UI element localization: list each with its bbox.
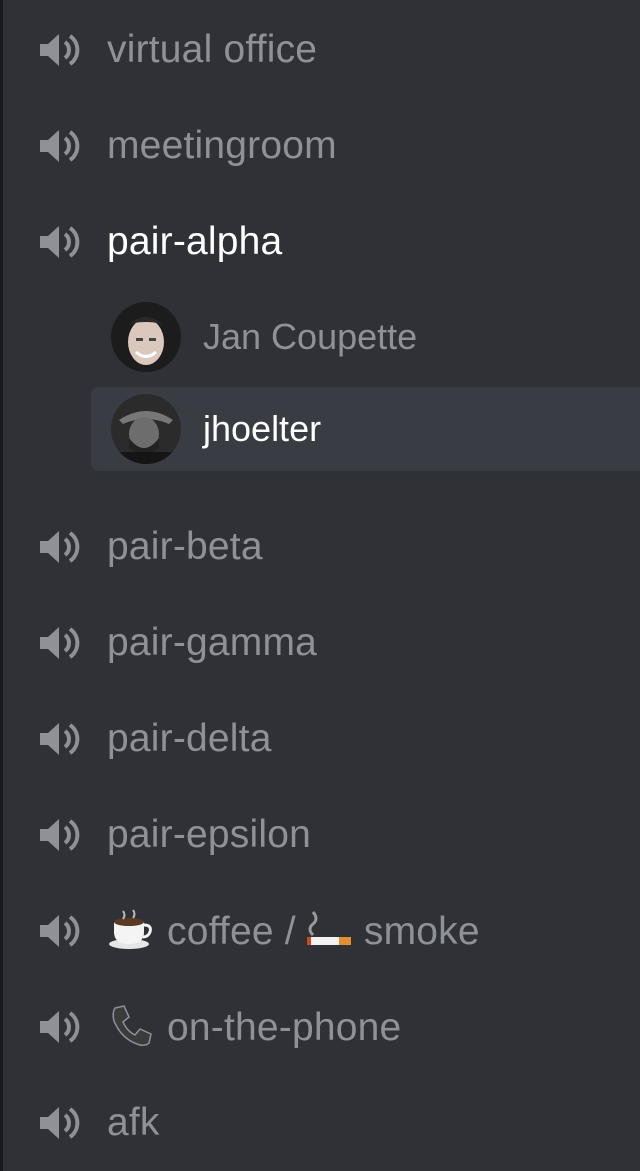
speaker-icon bbox=[37, 911, 87, 951]
channel-label-part: smoke bbox=[352, 910, 480, 953]
channel-label: meetingroom bbox=[107, 124, 337, 167]
channel-label: virtual office bbox=[107, 28, 318, 71]
speaker-icon bbox=[37, 815, 87, 855]
speaker-icon bbox=[37, 30, 87, 70]
channel-label: pair-epsilon bbox=[107, 813, 312, 856]
member-name: Jan Coupette bbox=[203, 316, 418, 357]
voice-channel-pair-epsilon[interactable]: pair-epsilon bbox=[3, 787, 640, 883]
channel-label: pair-gamma bbox=[107, 621, 318, 664]
voice-member-jan-coupette[interactable]: Jan Coupette bbox=[91, 295, 640, 379]
speaker-icon bbox=[37, 1103, 87, 1143]
speaker-icon bbox=[37, 527, 87, 567]
speaker-icon bbox=[37, 126, 87, 166]
speaker-icon bbox=[37, 719, 87, 759]
channel-label: pair-beta bbox=[107, 525, 263, 568]
voice-channel-coffee-smoke[interactable]: coffee / smoke bbox=[3, 883, 640, 979]
voice-channel-pair-beta[interactable]: pair-beta bbox=[3, 499, 640, 595]
channel-label: on-the-phone bbox=[107, 1004, 401, 1050]
channel-label: pair-delta bbox=[107, 717, 272, 760]
voice-channel-pair-alpha[interactable]: pair-alpha bbox=[3, 194, 640, 290]
avatar bbox=[111, 394, 181, 464]
channel-label-part: coffee / bbox=[167, 910, 307, 953]
coffee-cup-icon bbox=[107, 908, 153, 950]
telephone-icon bbox=[107, 1004, 153, 1046]
voice-channel-meetingroom[interactable]: meetingroom bbox=[3, 98, 640, 194]
voice-channel-on-the-phone[interactable]: on-the-phone bbox=[3, 979, 640, 1075]
channel-label: afk bbox=[107, 1101, 160, 1144]
speaker-icon bbox=[37, 623, 87, 663]
voice-channel-pair-gamma[interactable]: pair-gamma bbox=[3, 595, 640, 691]
channel-label: pair-alpha bbox=[107, 220, 283, 263]
channel-label: coffee / smoke bbox=[107, 908, 480, 954]
voice-channel-virtual-office[interactable]: virtual office bbox=[3, 2, 640, 98]
voice-member-jhoelter[interactable]: jhoelter bbox=[91, 387, 640, 471]
voice-channel-list: virtual office meetingroom pair-alpha Ja… bbox=[3, 0, 640, 1171]
avatar bbox=[111, 302, 181, 372]
speaker-icon bbox=[37, 1007, 87, 1047]
member-name: jhoelter bbox=[203, 408, 322, 449]
cigarette-icon bbox=[306, 908, 353, 950]
speaker-icon bbox=[37, 222, 87, 262]
channel-label-part: on-the-phone bbox=[167, 1006, 402, 1049]
voice-channel-pair-delta[interactable]: pair-delta bbox=[3, 691, 640, 787]
voice-channel-afk[interactable]: afk bbox=[3, 1075, 640, 1171]
